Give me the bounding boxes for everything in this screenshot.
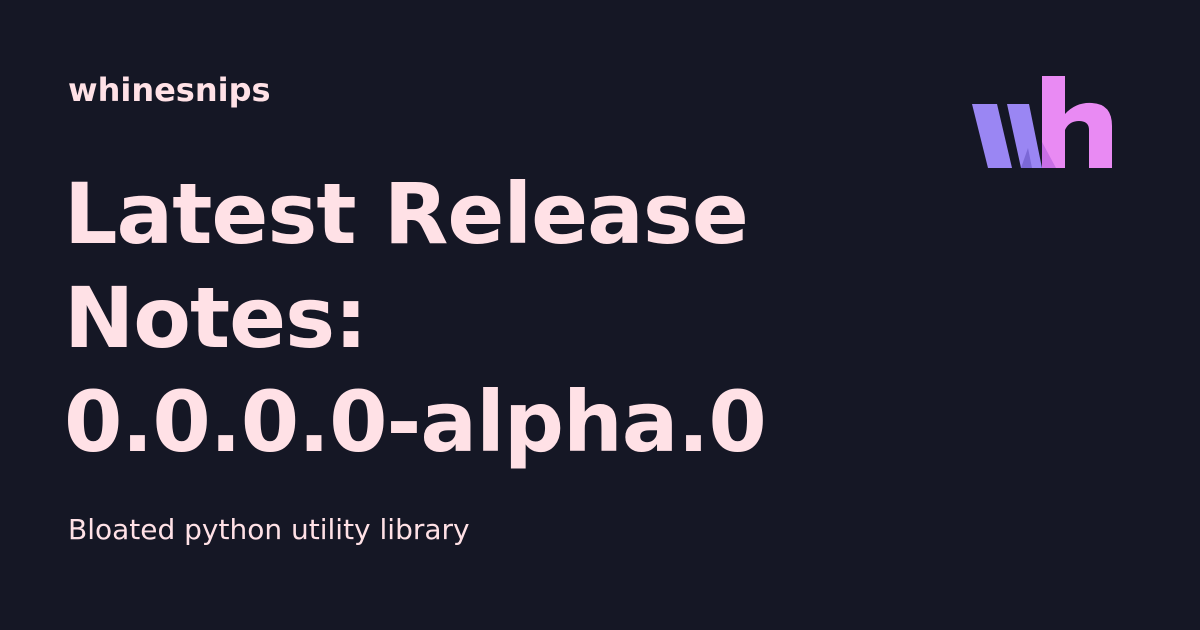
page-title-line-2: Notes:	[64, 269, 368, 367]
page-title-line-3: 0.0.0.0-alpha.0	[64, 373, 767, 471]
logo-h-arch	[1065, 102, 1112, 168]
page-title: Latest Release Notes: 0.0.0.0-alpha.0	[64, 162, 767, 474]
tagline: Bloated python utility library	[68, 513, 470, 546]
site-name: whinesnips	[68, 71, 271, 109]
page-title-line-1: Latest Release	[64, 165, 749, 263]
wh-monogram-icon	[972, 76, 1112, 168]
logo-w-left	[972, 104, 1012, 168]
